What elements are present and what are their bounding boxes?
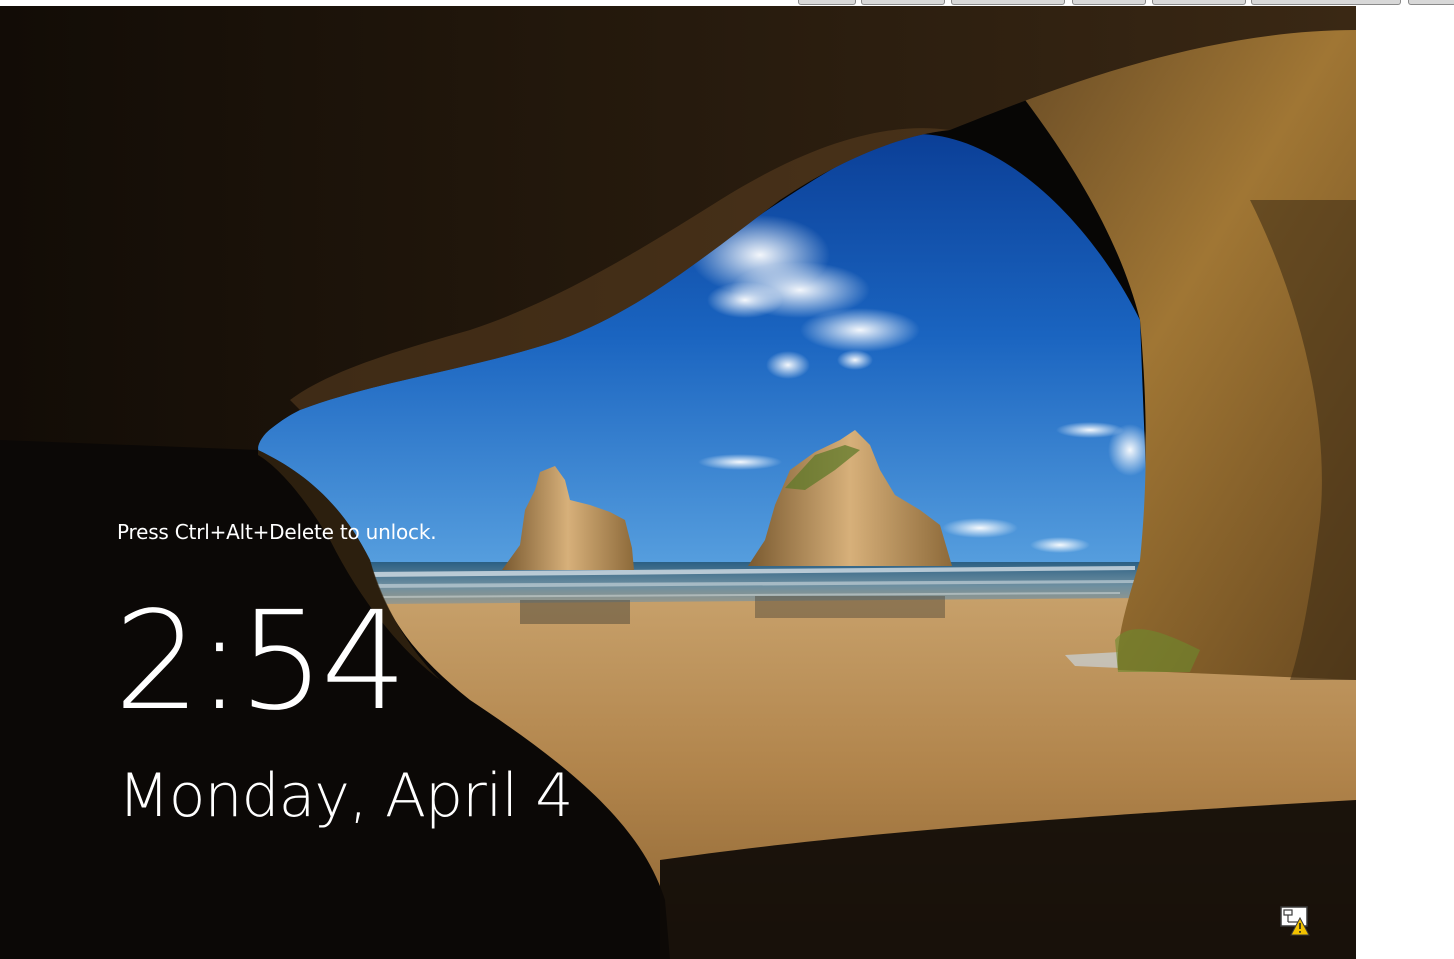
lock-screen[interactable]: Press Ctrl+Alt+Delete to unlock. 2:54 Mo… bbox=[0, 6, 1356, 959]
host-toolbar-button[interactable] bbox=[1408, 0, 1454, 5]
network-status-button[interactable] bbox=[1276, 904, 1314, 938]
lock-screen-time: 2:54 bbox=[114, 583, 407, 741]
unused-canvas-area bbox=[1356, 6, 1454, 959]
unlock-hint-text: Press Ctrl+Alt+Delete to unlock. bbox=[117, 520, 437, 544]
host-toolbar-button[interactable] bbox=[1152, 0, 1246, 5]
lock-screen-date: Monday, April 4 bbox=[118, 761, 573, 831]
host-toolbar-button[interactable] bbox=[1251, 0, 1401, 5]
host-toolbar-button[interactable] bbox=[1072, 0, 1146, 5]
host-toolbar-button[interactable] bbox=[951, 0, 1065, 5]
host-toolbar-button[interactable] bbox=[798, 0, 856, 5]
network-warning-icon bbox=[1280, 906, 1310, 936]
remote-console-screen: Press Ctrl+Alt+Delete to unlock. 2:54 Mo… bbox=[0, 0, 1454, 959]
host-toolbar-button[interactable] bbox=[861, 0, 945, 5]
